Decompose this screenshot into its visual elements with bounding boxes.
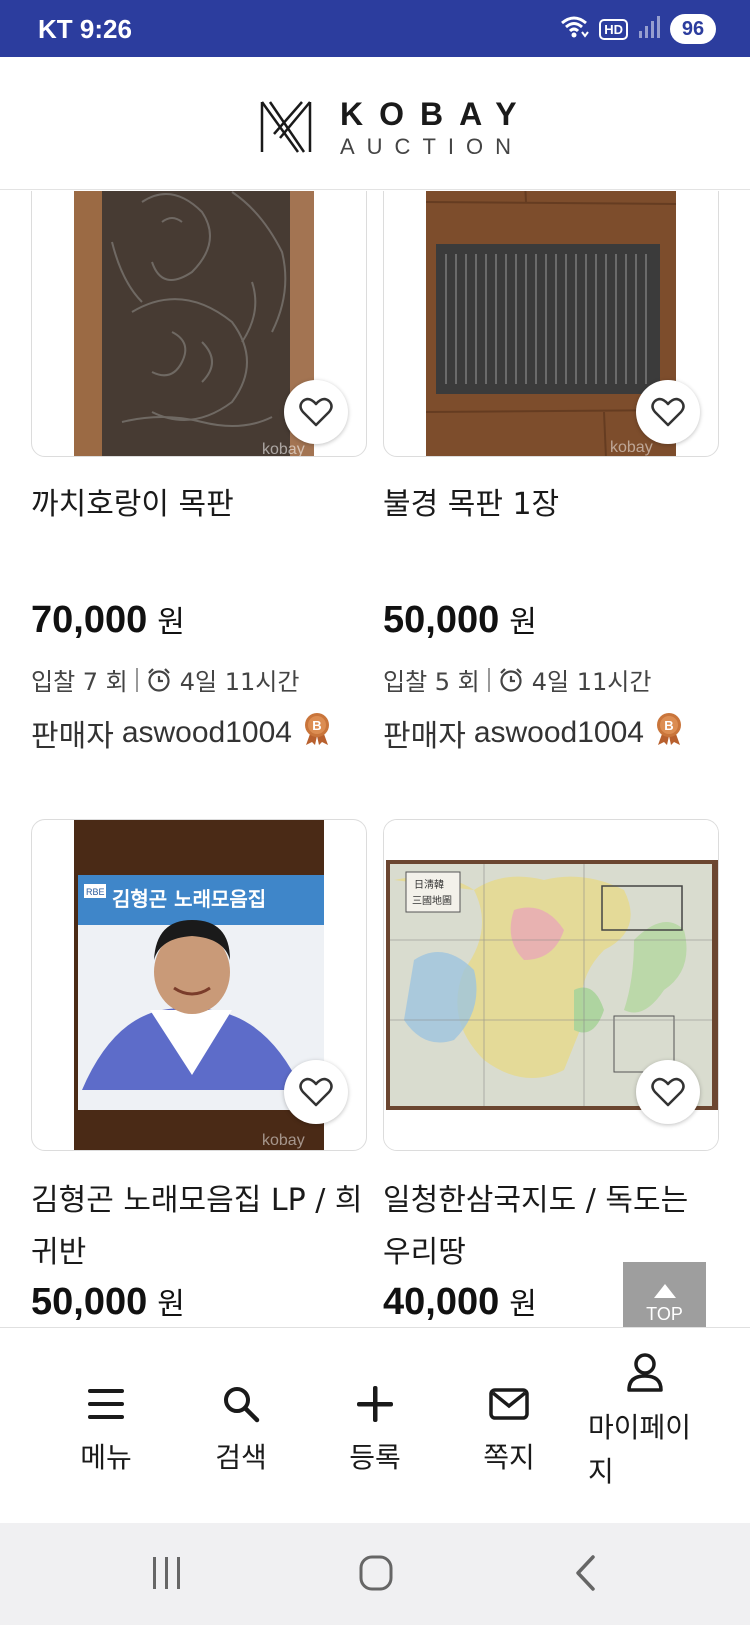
cover-badge: RBE [86, 887, 105, 897]
bid-meta: 입찰 7 회 4일 11시간 [31, 662, 367, 697]
logo-text: KOBAY AUCTION [340, 97, 533, 161]
favorite-button[interactable] [636, 1060, 700, 1124]
nav-label: 메뉴 [80, 1441, 132, 1474]
status-bar: KT 9:26 HD 96 [0, 0, 750, 57]
bid-count: 입찰 5 회 [383, 668, 480, 696]
signal-icon [638, 15, 660, 43]
scroll-to-top-button[interactable]: TOP [623, 1262, 706, 1327]
item-price: 40,000 [383, 1281, 500, 1323]
heart-icon [651, 1077, 685, 1107]
nav-messages[interactable]: 쪽지 [449, 1380, 569, 1478]
seller-label: 판매자 [383, 719, 466, 754]
bid-meta: 입찰 5 회 4일 11시간 [383, 662, 719, 697]
wifi-icon [559, 14, 590, 44]
product-card[interactable]: 日淸韓 三國地圖 일청한삼국지도 / 독도는 우리땅 40,000 원 [383, 819, 719, 1324]
price-row: 50,000 원 [31, 1279, 367, 1324]
status-icons: HD 96 [559, 14, 716, 44]
seller-id[interactable]: aswood1004 [122, 716, 292, 750]
nav-label: 검색 [215, 1441, 267, 1474]
product-card[interactable]: kobay 까치호랑이 목판 70,000 원 입찰 7 회 4일 11시간 판… [31, 191, 367, 755]
bottom-navigation: 메뉴 검색 등록 쪽지 마이페이지 [0, 1327, 750, 1523]
seller-label: 판매자 [31, 719, 114, 754]
price-row: 70,000 원 [31, 597, 367, 642]
product-card[interactable]: kobay 불경 목판 1장 50,000 원 입찰 5 회 4일 11시간 판… [383, 191, 719, 755]
item-title[interactable]: 까치호랑이 목판 [31, 479, 367, 583]
alarm-clock-icon [146, 667, 172, 693]
recent-apps-icon[interactable] [150, 1553, 184, 1597]
favorite-button[interactable] [284, 380, 348, 444]
kobay-watermark: kobay [262, 441, 305, 457]
kobay-watermark: kobay [610, 439, 653, 456]
nav-search[interactable]: 검색 [181, 1380, 301, 1478]
meta-divider [487, 667, 490, 692]
search-icon [181, 1380, 301, 1428]
seller-id[interactable]: aswood1004 [474, 716, 644, 750]
nav-label: 등록 [349, 1441, 401, 1474]
user-icon [582, 1348, 708, 1396]
nav-register[interactable]: 등록 [315, 1380, 435, 1478]
map-label-1: 日淸韓 [414, 878, 444, 891]
price-currency: 원 [509, 1287, 537, 1322]
top-label: TOP [646, 1304, 683, 1324]
carrier-time: KT 9:26 [38, 14, 132, 44]
bid-count: 입찰 7 회 [31, 668, 128, 696]
price-currency: 원 [157, 1287, 185, 1322]
logo-main-text: KOBAY [340, 96, 533, 132]
time-left: 4일 11시간 [531, 668, 652, 696]
product-thumbnail[interactable]: 日淸韓 三國地圖 [383, 819, 719, 1151]
kobay-watermark: kobay [262, 1132, 305, 1149]
nav-label: 마이페이지 [588, 1411, 692, 1488]
product-thumbnail[interactable]: kobay [383, 191, 719, 457]
heart-icon [651, 397, 685, 427]
seller-row[interactable]: 판매자 aswood1004 B [31, 711, 367, 755]
product-grid: kobay 까치호랑이 목판 70,000 원 입찰 7 회 4일 11시간 판… [0, 191, 750, 1327]
item-price: 50,000 [31, 1281, 148, 1323]
cover-title: 김형곤 노래모음집 [112, 887, 266, 911]
logo-sub-text: AUCTION [340, 134, 523, 159]
product-thumbnail[interactable]: kobay [31, 191, 367, 457]
home-icon[interactable] [358, 1553, 394, 1597]
alarm-clock-icon [498, 667, 524, 693]
item-price: 50,000 [383, 599, 500, 641]
nav-menu[interactable]: 메뉴 [46, 1380, 166, 1478]
bronze-medal-icon: B [654, 712, 684, 754]
item-title[interactable]: 불경 목판 1장 [383, 479, 719, 583]
favorite-button[interactable] [636, 380, 700, 444]
meta-divider [135, 667, 138, 692]
map-label-2: 三國地圖 [412, 894, 452, 907]
favorite-button[interactable] [284, 1060, 348, 1124]
heart-icon [299, 1077, 333, 1107]
price-currency: 원 [509, 605, 537, 640]
item-price: 70,000 [31, 599, 148, 641]
price-currency: 원 [157, 605, 185, 640]
bronze-medal-icon: B [302, 712, 332, 754]
seller-row[interactable]: 판매자 aswood1004 B [383, 711, 719, 755]
hamburger-icon [46, 1380, 166, 1428]
product-card[interactable]: 김형곤 노래모음집 RBE kobay 김형곤 노래모음집 LP / 희귀반 5… [31, 819, 367, 1324]
battery-indicator: 96 [670, 14, 716, 44]
product-thumbnail[interactable]: 김형곤 노래모음집 RBE kobay [31, 819, 367, 1151]
mail-icon [449, 1380, 569, 1428]
system-navigation-bar [0, 1523, 750, 1625]
up-arrow-icon [653, 1284, 676, 1298]
back-icon[interactable] [573, 1553, 599, 1597]
nav-label: 쪽지 [483, 1441, 535, 1474]
nav-mypage[interactable]: 마이페이지 [582, 1348, 708, 1494]
heart-icon [299, 397, 333, 427]
item-title[interactable]: 김형곤 노래모음집 LP / 희귀반 [31, 1175, 367, 1279]
kobay-logo[interactable]: KOBAY AUCTION [258, 97, 533, 161]
kobay-logo-mark-icon [258, 98, 314, 160]
price-row: 50,000 원 [383, 597, 719, 642]
svg-text:B: B [664, 718, 673, 733]
time-left: 4일 11시간 [179, 668, 300, 696]
svg-text:B: B [312, 718, 321, 733]
plus-icon [315, 1380, 435, 1428]
hd-voice-badge: HD [599, 18, 628, 40]
app-header: KOBAY AUCTION [0, 57, 750, 190]
